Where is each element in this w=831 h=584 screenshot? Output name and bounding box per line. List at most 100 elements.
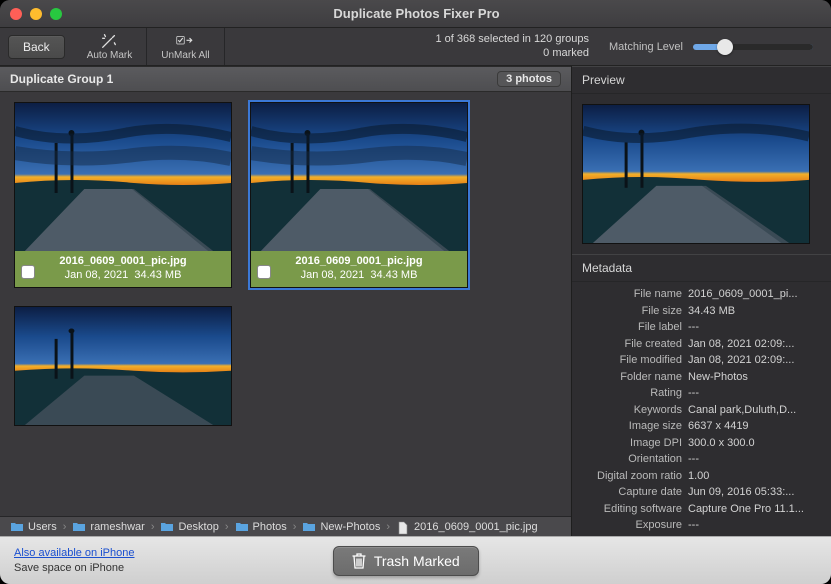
titlebar: Duplicate Photos Fixer Pro (0, 0, 831, 28)
folder-icon (10, 521, 24, 532)
selection-count: 1 of 368 selected in 120 groups (435, 33, 589, 47)
path-segment-label: rameshwar (90, 521, 144, 533)
metadata-value: --- (688, 451, 823, 468)
metadata-row: File size34.43 MB (580, 303, 823, 320)
metadata-key: Editing software (580, 501, 688, 518)
photo-card[interactable]: 2016_0609_0001_pic.jpg Jan 08, 2021 34.4… (14, 102, 232, 288)
folder-icon (235, 521, 249, 532)
path-crumb[interactable]: Desktop (156, 521, 222, 533)
path-segment-label: New-Photos (320, 521, 380, 533)
trash-marked-button[interactable]: Trash Marked (333, 546, 479, 576)
card-footer: 2016_0609_0001_pic.jpg Jan 08, 2021 34.4… (15, 251, 231, 287)
photo-thumbnail (15, 307, 231, 425)
metadata-row: Folder nameNew-Photos (580, 369, 823, 386)
path-segment-label: Desktop (178, 521, 218, 533)
marked-count: 0 marked (435, 47, 589, 61)
mark-checkbox[interactable] (257, 265, 271, 279)
iphone-link[interactable]: Also available on iPhone (14, 547, 134, 559)
chevron-right-icon: › (149, 521, 157, 533)
side-panel: Preview (571, 66, 831, 536)
metadata-value: --- (688, 385, 823, 402)
window-title: Duplicate Photos Fixer Pro (62, 6, 771, 21)
unmark-all-label: UnMark All (161, 50, 209, 61)
card-filename: 2016_0609_0001_pic.jpg (251, 255, 467, 267)
iphone-subtext: Save space on iPhone (14, 562, 124, 574)
metadata-key: File modified (580, 352, 688, 369)
card-size: 34.43 MB (370, 269, 417, 281)
maximize-icon[interactable] (50, 8, 62, 20)
metadata-value: Jun 09, 2016 05:33:... (688, 484, 823, 501)
card-footer: 2016_0609_0001_pic.jpg Jan 08, 2021 34.4… (251, 251, 467, 287)
metadata-value: 1.00 (688, 468, 823, 485)
metadata-key: Image size (580, 418, 688, 435)
toolbar: Back Auto Mark UnMark All 1 of 368 selec… (0, 28, 831, 66)
path-bar: Users›rameshwar›Desktop›Photos›New-Photo… (0, 516, 571, 536)
metadata-value: New-Photos (688, 369, 823, 386)
traffic-lights (10, 8, 62, 20)
metadata-key: Folder name (580, 369, 688, 386)
path-crumb[interactable]: 2016_0609_0001_pic.jpg (392, 521, 542, 533)
photo-card[interactable] (14, 306, 232, 426)
group-header[interactable]: Duplicate Group 1 3 photos (0, 66, 571, 92)
metadata-row: Editing softwareCapture One Pro 11.1... (580, 501, 823, 518)
matching-level-label: Matching Level (609, 41, 683, 53)
path-segment-label: 2016_0609_0001_pic.jpg (414, 521, 538, 533)
metadata-key: Orientation (580, 451, 688, 468)
metadata-key: Rating (580, 385, 688, 402)
chevron-right-icon: › (291, 521, 299, 533)
metadata-key: File size (580, 303, 688, 320)
metadata-value: Jan 08, 2021 02:09:... (688, 352, 823, 369)
minimize-icon[interactable] (30, 8, 42, 20)
path-segment-label: Users (28, 521, 57, 533)
app-window: Duplicate Photos Fixer Pro Back Auto Mar… (0, 0, 831, 584)
metadata-value: Canal park,Duluth,D... (688, 402, 823, 419)
metadata-row: Rating--- (580, 385, 823, 402)
path-crumb[interactable]: New-Photos (298, 521, 384, 533)
metadata-row: Digital zoom ratio1.00 (580, 468, 823, 485)
chevron-right-icon: › (223, 521, 231, 533)
metadata-row: Orientation--- (580, 451, 823, 468)
matching-level-control: Matching Level (609, 41, 813, 53)
metadata-value: 34.43 MB (688, 303, 823, 320)
path-crumb[interactable]: Users (6, 521, 61, 533)
wand-icon (100, 33, 118, 49)
matching-level-slider[interactable] (693, 44, 813, 50)
group-photo-count: 3 photos (497, 71, 561, 87)
path-crumb[interactable]: Photos (231, 521, 291, 533)
metadata-key: File label (580, 319, 688, 336)
selection-stats: 1 of 368 selected in 120 groups 0 marked (435, 33, 589, 61)
metadata-value: 2016_0609_0001_pi... (688, 286, 823, 303)
auto-mark-button[interactable]: Auto Mark (73, 28, 148, 65)
back-button[interactable]: Back (8, 35, 65, 59)
metadata-value: 6637 x 4419 (688, 418, 823, 435)
metadata-section-title: Metadata (572, 254, 831, 282)
mark-checkbox[interactable] (21, 265, 35, 279)
auto-mark-label: Auto Mark (87, 50, 133, 61)
metadata-row: Image size6637 x 4419 (580, 418, 823, 435)
path-segment-label: Photos (253, 521, 287, 533)
file-icon (396, 521, 410, 532)
metadata-row: File createdJan 08, 2021 02:09:... (580, 336, 823, 353)
path-crumb[interactable]: rameshwar (68, 521, 148, 533)
metadata-row: File name2016_0609_0001_pi... (580, 286, 823, 303)
close-icon[interactable] (10, 8, 22, 20)
folder-icon (72, 521, 86, 532)
photo-card[interactable]: 2016_0609_0001_pic.jpg Jan 08, 2021 34.4… (250, 102, 468, 288)
footer-bar: Also available on iPhone Save space on i… (0, 536, 831, 584)
folder-icon (302, 521, 316, 532)
photo-thumbnail (15, 103, 231, 251)
card-date: Jan 08, 2021 (65, 269, 129, 281)
metadata-row: File modifiedJan 08, 2021 02:09:... (580, 352, 823, 369)
metadata-row: KeywordsCanal park,Duluth,D... (580, 402, 823, 419)
metadata-row: Exposure--- (580, 517, 823, 534)
card-size: 34.43 MB (134, 269, 181, 281)
unmark-all-button[interactable]: UnMark All (147, 28, 224, 65)
metadata-row: Capture dateJun 09, 2016 05:33:... (580, 484, 823, 501)
metadata-value: 300.0 x 300.0 (688, 435, 823, 452)
preview-image (582, 104, 810, 244)
metadata-value: --- (688, 319, 823, 336)
metadata-value: Capture One Pro 11.1... (688, 501, 823, 518)
trash-icon (352, 553, 366, 569)
thumbnail-grid: 2016_0609_0001_pic.jpg Jan 08, 2021 34.4… (0, 92, 571, 516)
metadata-key: Capture date (580, 484, 688, 501)
